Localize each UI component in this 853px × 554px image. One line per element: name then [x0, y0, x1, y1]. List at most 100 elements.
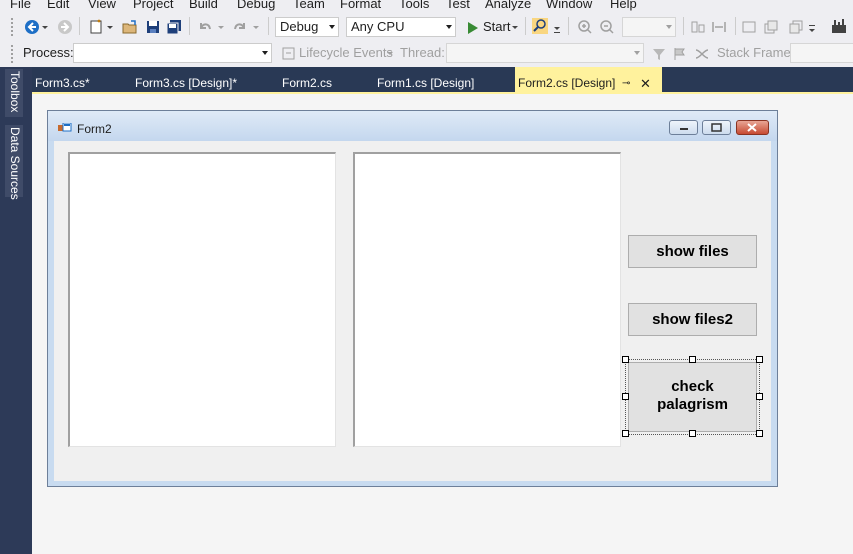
menu-analyze[interactable]: Analyze [485, 0, 531, 11]
chevron-down-icon[interactable] [553, 24, 561, 40]
close-button[interactable] [736, 120, 769, 135]
menu-view[interactable]: View [88, 0, 116, 11]
menu-debug[interactable]: Debug [237, 0, 275, 11]
form-client-area: show files show files2 check palagrism [54, 141, 771, 481]
spacing-icon[interactable] [711, 19, 727, 35]
process-label: Process: [23, 45, 74, 60]
stack-frame-label: Stack Frame: [717, 45, 795, 60]
data-sources-tab[interactable]: Data Sources [5, 125, 23, 200]
platform-select[interactable]: Any CPU [346, 17, 456, 37]
resize-handle[interactable] [756, 430, 763, 437]
chevron-down-icon[interactable] [41, 19, 49, 35]
resize-handle[interactable] [622, 356, 629, 363]
threads-icon[interactable] [694, 46, 710, 62]
menu-tools[interactable]: Tools [399, 0, 429, 11]
menu-format[interactable]: Format [340, 0, 381, 11]
debug-location-toolbar: Process: Lifecycle Events Thread: Stack … [0, 41, 853, 67]
toolbar-grip[interactable] [10, 17, 14, 37]
menu-edit[interactable]: Edit [47, 0, 69, 11]
platform-value: Any CPU [351, 19, 405, 34]
show-files-button[interactable]: show files [628, 235, 757, 268]
resize-handle[interactable] [622, 393, 629, 400]
show-files2-button[interactable]: show files2 [628, 303, 757, 336]
save-icon[interactable] [145, 19, 161, 35]
back-icon[interactable] [24, 19, 40, 35]
tab-form3-design[interactable]: Form3.cs [Design]* [135, 67, 237, 92]
save-all-icon[interactable] [166, 19, 182, 35]
side-tool-strip: Toolbox Data Sources [0, 67, 32, 554]
toolbox-tab[interactable]: Toolbox [5, 69, 23, 117]
chevron-down-icon[interactable] [511, 19, 519, 35]
tab-form1-design[interactable]: Form1.cs [Design] [377, 67, 474, 92]
tab-order-icon[interactable] [741, 19, 757, 35]
layout-icon[interactable] [830, 17, 848, 35]
chevron-down-icon[interactable] [252, 19, 260, 35]
toolbar-separator [79, 17, 80, 35]
tab-form2-cs[interactable]: Form2.cs [282, 67, 332, 92]
start-button[interactable]: Start [483, 19, 510, 34]
toolbar-separator [735, 17, 736, 35]
selection-frame [625, 359, 760, 435]
file-list-box-1[interactable] [68, 152, 336, 447]
menu-build[interactable]: Build [189, 0, 218, 11]
thread-select[interactable] [446, 43, 644, 63]
minimize-button[interactable] [669, 120, 698, 135]
flag-icon[interactable] [672, 46, 688, 62]
redo-icon[interactable] [232, 19, 248, 35]
stack-frame-select[interactable] [790, 43, 853, 63]
toolbox-tab-label: Toolbox [8, 71, 22, 113]
tab-form3-cs[interactable]: Form3.cs* [35, 67, 90, 92]
document-tab-bar: Form3.cs* Form3.cs [Design]* Form2.cs Fo… [32, 67, 853, 92]
start-icon[interactable] [465, 20, 481, 36]
toolbar-separator [683, 17, 684, 35]
file-list-box-2[interactable] [353, 152, 621, 447]
chevron-down-icon[interactable] [808, 24, 816, 40]
chevron-down-icon [634, 51, 640, 55]
chevron-down-icon [446, 25, 452, 29]
toolbar-separator [525, 17, 526, 35]
chevron-down-icon[interactable] [106, 19, 114, 35]
find-icon[interactable] [532, 18, 548, 34]
toolbar-separator [268, 17, 269, 35]
new-project-icon[interactable] [88, 19, 104, 35]
chevron-down-icon[interactable] [386, 46, 394, 62]
data-sources-tab-label: Data Sources [8, 127, 22, 200]
configuration-select[interactable]: Debug [275, 17, 339, 37]
toolbar-separator [189, 17, 190, 35]
resize-handle[interactable] [756, 393, 763, 400]
send-back-icon[interactable] [788, 19, 804, 35]
align-icon[interactable] [690, 19, 706, 35]
zoom-select[interactable] [622, 17, 676, 37]
chevron-down-icon[interactable] [217, 19, 225, 35]
resize-handle[interactable] [756, 356, 763, 363]
lifecycle-events-button[interactable]: Lifecycle Events [299, 45, 393, 60]
form-title: Form2 [77, 122, 112, 136]
lifecycle-icon[interactable] [281, 46, 297, 62]
form2-window[interactable]: Form2 show files show files2 check palag… [47, 110, 778, 487]
undo-icon[interactable] [197, 19, 213, 35]
bring-front-icon[interactable] [763, 19, 779, 35]
menu-file[interactable]: File [10, 0, 31, 11]
menu-test[interactable]: Test [446, 0, 470, 11]
configuration-value: Debug [280, 19, 319, 34]
menu-window[interactable]: Window [546, 0, 592, 11]
process-select[interactable] [73, 43, 272, 63]
form-icon [58, 122, 72, 134]
menu-project[interactable]: Project [133, 0, 173, 11]
forward-icon[interactable] [57, 19, 73, 35]
tab-form2-design[interactable]: Form2.cs [Design] ⊸ ✕ [515, 67, 662, 92]
zoom-out-icon[interactable] [599, 19, 615, 35]
toolbar-grip[interactable] [10, 44, 14, 64]
resize-handle[interactable] [622, 430, 629, 437]
thread-label: Thread: [400, 45, 445, 60]
resize-handle[interactable] [689, 356, 696, 363]
zoom-in-icon[interactable] [577, 19, 593, 35]
maximize-button[interactable] [702, 120, 731, 135]
form-title-bar[interactable]: Form2 [48, 111, 777, 141]
filter-icon[interactable] [651, 46, 667, 62]
menu-help[interactable]: Help [610, 0, 637, 11]
menu-team[interactable]: Team [293, 0, 325, 11]
resize-handle[interactable] [689, 430, 696, 437]
open-icon[interactable] [122, 19, 138, 35]
standard-toolbar: Debug Any CPU Start [0, 12, 853, 41]
